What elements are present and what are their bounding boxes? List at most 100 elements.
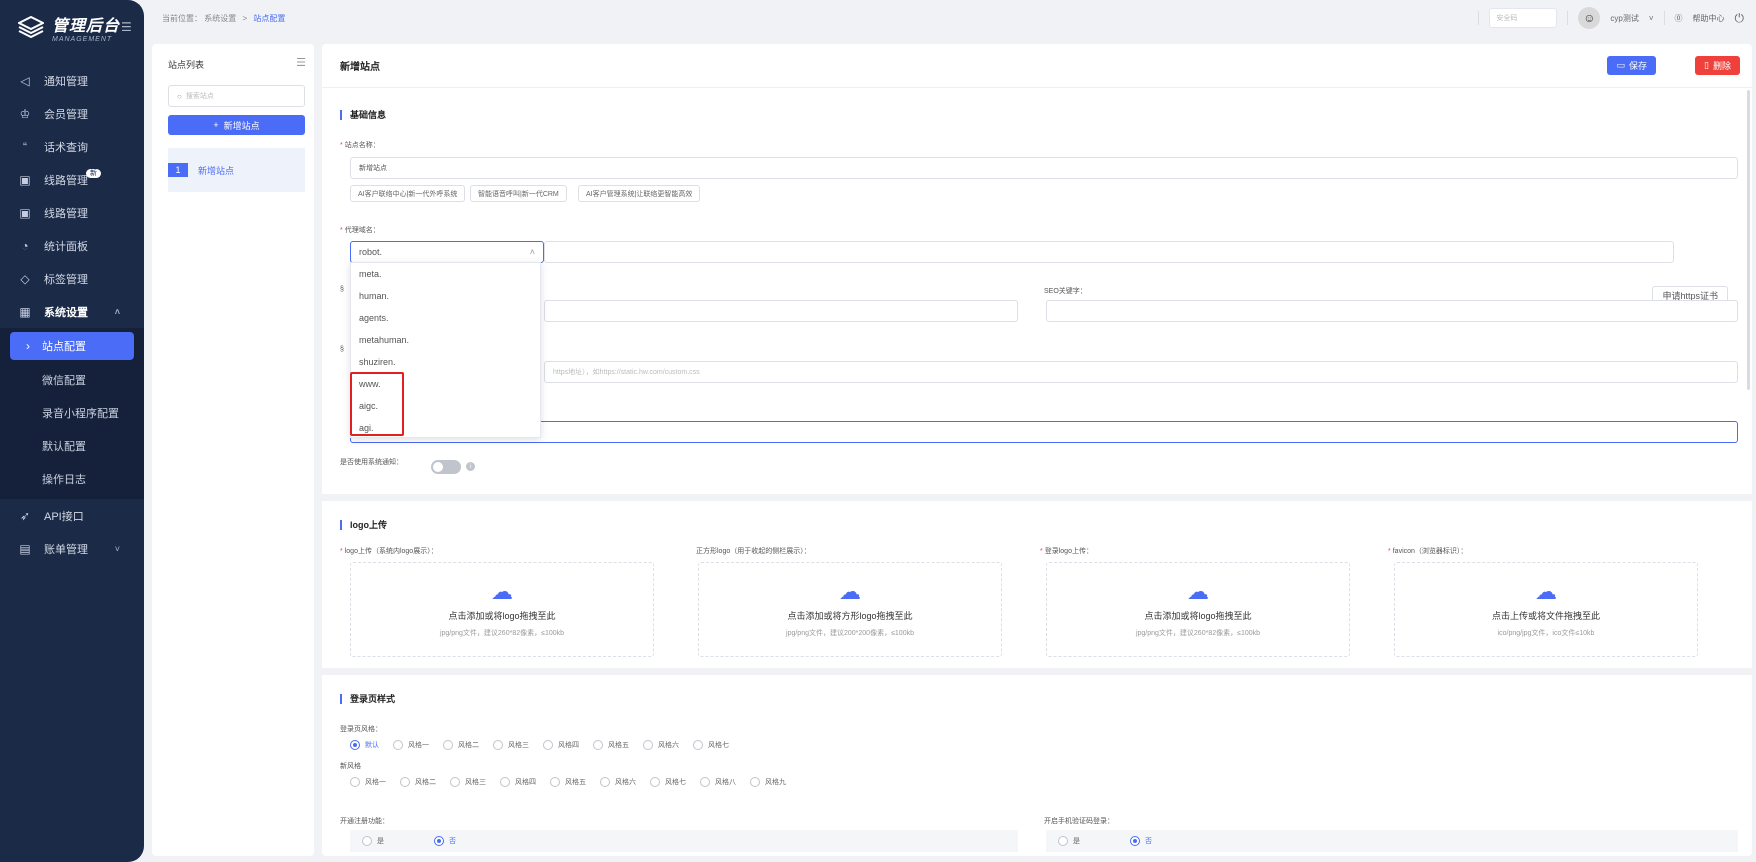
help-icon[interactable]: ⓪ xyxy=(1675,13,1683,24)
sidebar-item-site-config[interactable]: 站点配置 xyxy=(10,332,134,360)
sidebar-item-recording-config[interactable]: 录音小程序配置 xyxy=(0,396,144,429)
site-name-input[interactable]: 新增站点 xyxy=(350,157,1738,179)
radio-login-style[interactable]: 风格三 xyxy=(493,740,529,750)
breadcrumb-item-system[interactable]: 系统设置 xyxy=(204,14,236,23)
radio-login-style[interactable]: 风格一 xyxy=(393,740,429,750)
radio-sms-yes[interactable]: 是 xyxy=(1058,836,1080,846)
chevron-down-icon[interactable]: ˅ xyxy=(1649,14,1654,23)
seo-keywords-input[interactable] xyxy=(1046,300,1738,322)
delete-button[interactable]: ▯ 删除 xyxy=(1695,56,1740,75)
radio-new-style[interactable]: 风格四 xyxy=(500,777,536,787)
system-notice-toggle[interactable] xyxy=(431,460,461,474)
scrollbar[interactable] xyxy=(1747,90,1750,390)
add-site-button[interactable]: + 新增站点 xyxy=(168,115,305,135)
help-center-link[interactable]: 帮助中心 xyxy=(1693,13,1725,24)
power-icon[interactable]: ⏻ xyxy=(1735,11,1745,26)
panel-title: 站点列表 xyxy=(168,60,205,70)
menu-fold-icon[interactable]: ☰ xyxy=(121,21,133,33)
radio-login-style[interactable]: 风格六 xyxy=(643,740,679,750)
save-button[interactable]: ▭ 保存 xyxy=(1607,56,1656,75)
site-search-input[interactable]: ○ 搜索站点 xyxy=(168,85,305,107)
logo-upload-area[interactable]: ☁ 点击添加或将logo拖拽至此 jpg/png文件，建议260*82像素，≤1… xyxy=(350,562,654,657)
focused-input[interactable] xyxy=(350,421,1738,443)
radio-register-yes[interactable]: 是 xyxy=(362,836,384,846)
sidebar-item-bill[interactable]: ▤ 账单管理 ˅ xyxy=(0,532,144,565)
radio-login-style[interactable]: 风格二 xyxy=(443,740,479,750)
dropdown-option[interactable]: human. xyxy=(351,285,540,307)
slogan-chip[interactable]: AI客户管理系统|让联络更智能高效 xyxy=(578,185,701,202)
radio-login-style[interactable]: 风格七 xyxy=(693,740,729,750)
chevron-down-icon: ˅ xyxy=(114,543,120,554)
radio-new-style[interactable]: 风格九 xyxy=(750,777,786,787)
login-logo-upload-area[interactable]: ☁ 点击添加或将logo拖拽至此 jpg/png文件，建议260*82像素，≤1… xyxy=(1046,562,1350,657)
collapse-icon[interactable]: ☰ xyxy=(296,56,306,69)
sidebar-item-stats[interactable]: ◔ 统计面板 xyxy=(0,229,144,262)
section-title-login: 登录页样式 xyxy=(340,694,395,704)
security-code-input[interactable]: 安全码 xyxy=(1489,8,1558,28)
cloud-upload-icon: ☁ xyxy=(839,579,861,604)
radio-login-style[interactable]: 默认 xyxy=(350,740,379,750)
login-style-label: 登录页风格： xyxy=(340,726,382,733)
domain-label: * 代理域名： xyxy=(340,227,380,234)
slogan-chip[interactable]: 智能语音呼叫|新一代CRM xyxy=(470,185,567,202)
section-title-logo: logo上传 xyxy=(340,520,387,530)
sidebar-item-route-new[interactable]: ▣ 线路管理新 xyxy=(0,163,144,196)
sidebar-item-route[interactable]: ▣ 线路管理 xyxy=(0,196,144,229)
sidebar-item-label: 话术查询 xyxy=(44,141,88,154)
sidebar-subgroup: 站点配置 微信配置 录音小程序配置 默认配置 操作日志 xyxy=(0,328,144,499)
avatar[interactable]: ☺ xyxy=(1578,7,1601,29)
quote-icon: “ xyxy=(23,139,27,154)
dropdown-option[interactable]: meta. xyxy=(351,263,540,285)
sidebar-item-default-config[interactable]: 默认配置 xyxy=(0,429,144,462)
radio-new-style[interactable]: 风格五 xyxy=(550,777,586,787)
sidebar-item-script[interactable]: “ 话术查询 xyxy=(0,130,144,163)
site-config-panel: 新增站点 ▭ 保存 ▯ 删除 基础信息 * 站点名称： 新增站点 AI客户联络中心|新… xyxy=(322,44,1752,856)
radio-new-style[interactable]: 风格八 xyxy=(700,777,736,787)
route-icon: ▣ xyxy=(19,172,31,187)
dropdown-option[interactable]: shuziren. xyxy=(351,351,540,373)
sidebar-item-wechat-config[interactable]: 微信配置 xyxy=(0,363,144,396)
cloud-upload-icon: ☁ xyxy=(491,579,513,604)
radio-new-style[interactable]: 风格二 xyxy=(400,777,436,787)
radio-new-style[interactable]: 风格七 xyxy=(650,777,686,787)
cloud-upload-icon: ☁ xyxy=(1187,579,1209,604)
bill-icon: ▤ xyxy=(19,541,31,556)
member-icon: ♔ xyxy=(19,106,31,121)
divider xyxy=(322,494,1752,501)
square-logo-upload-area[interactable]: ☁ 点击添加或将方形logo拖拽至此 jpg/png文件，建议200*200像素… xyxy=(698,562,1002,657)
slogan-chip[interactable]: AI客户联络中心|新一代外呼系统 xyxy=(350,185,466,202)
upload-hint: 点击添加或将logo拖拽至此 xyxy=(448,611,556,621)
dropdown-option[interactable]: metahuman. xyxy=(351,329,540,351)
radio-sms-no[interactable]: 否 xyxy=(1130,836,1152,846)
radio-login-style[interactable]: 风格四 xyxy=(543,740,579,750)
field-label-partial: § xyxy=(340,346,344,353)
plus-icon: + xyxy=(213,120,219,130)
domain-suffix-input[interactable] xyxy=(544,241,1674,263)
site-list-item[interactable]: 1 新增站点 xyxy=(168,148,305,192)
user-name[interactable]: cyp测试 xyxy=(1610,13,1638,24)
domain-prefix-select[interactable]: robot. ˄ xyxy=(350,241,544,263)
info-icon[interactable]: i xyxy=(466,462,475,471)
radio-new-style[interactable]: 风格一 xyxy=(350,777,386,787)
radio-register-no[interactable]: 否 xyxy=(434,836,456,846)
field-label-partial: § xyxy=(340,286,344,293)
breadcrumb-item-current: 站点配置 xyxy=(253,13,286,23)
sidebar-item-tags[interactable]: ◇ 标签管理 xyxy=(0,262,144,295)
radio-new-style[interactable]: 风格六 xyxy=(600,777,636,787)
layers-logo-icon xyxy=(16,15,46,39)
dropdown-option[interactable]: agents. xyxy=(351,307,540,329)
radio-login-style[interactable]: 风格五 xyxy=(593,740,629,750)
upload-spec: jpg/png文件，建议260*82像素，≤100kb xyxy=(1135,630,1261,637)
sidebar-item-operation-log[interactable]: 操作日志 xyxy=(0,462,144,495)
sidebar-item-api[interactable]: ➶ API接口 xyxy=(0,499,144,532)
upload-spec: jpg/png文件，建议200*200像素，≤100kb xyxy=(786,630,914,637)
radio-new-style[interactable]: 风格三 xyxy=(450,777,486,787)
title-input[interactable] xyxy=(544,300,1018,322)
sidebar-item-system[interactable]: ▦ 系统设置 ˄ xyxy=(0,295,144,328)
sidebar-item-member[interactable]: ♔ 会员管理 xyxy=(0,97,144,130)
grid-icon: ▦ xyxy=(19,304,31,319)
upload-label-square-logo: 正方形logo（用于收起的侧栏展示）： xyxy=(696,548,811,555)
custom-css-input[interactable]: https地址），如https://static.hw.com/custom.c… xyxy=(544,361,1738,383)
favicon-upload-area[interactable]: ☁ 点击上传或将文件拖拽至此 ico/png/jpg文件，ico文件≤10kb xyxy=(1394,562,1698,657)
sidebar-item-notice[interactable]: ◁ 通知管理 xyxy=(0,64,144,97)
